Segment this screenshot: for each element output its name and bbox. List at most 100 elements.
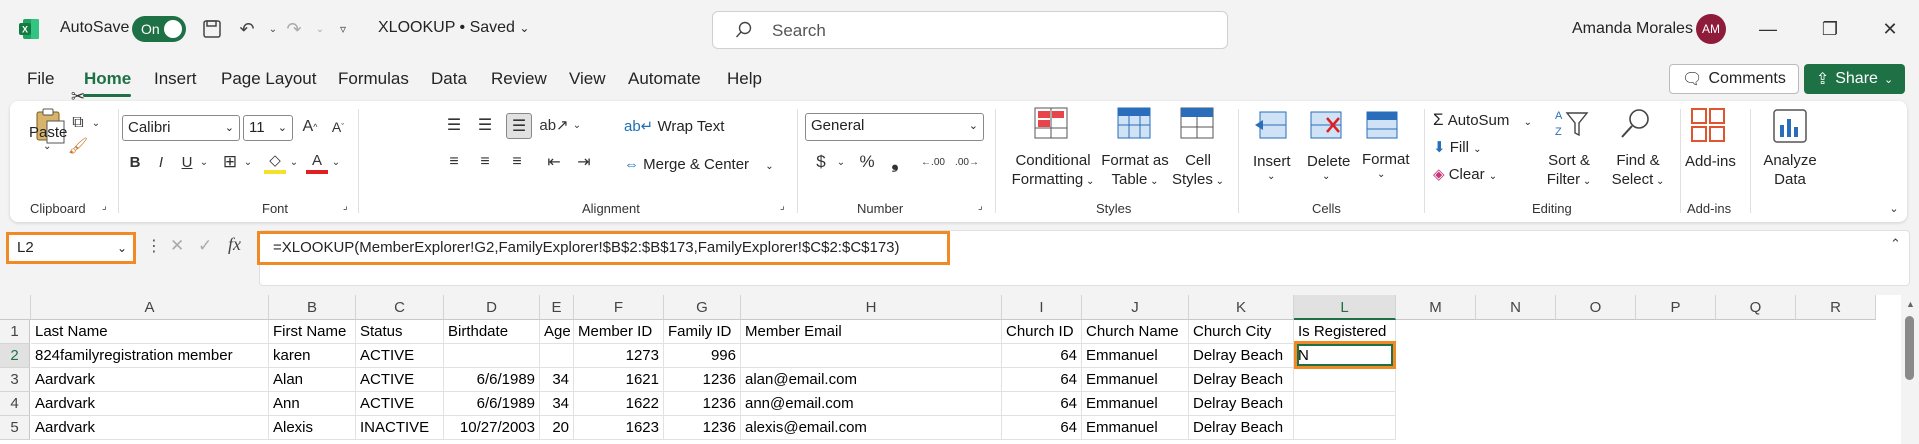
- chevron-down-icon[interactable]: ⌄: [90, 112, 102, 134]
- cell-h1[interactable]: Member Email: [741, 320, 1002, 344]
- align-top-icon[interactable]: ☰: [443, 113, 465, 137]
- cell-a3[interactable]: Aardvark: [31, 368, 269, 392]
- row-header-2[interactable]: 2: [0, 344, 30, 368]
- decrease-indent-icon[interactable]: ⇤: [543, 150, 565, 174]
- clear-button[interactable]: ◈ Clear ⌄: [1433, 165, 1497, 183]
- scroll-thumb[interactable]: [1905, 316, 1914, 380]
- insert-function-icon[interactable]: fx: [228, 234, 241, 255]
- cell-d3[interactable]: 6/6/1989: [444, 368, 540, 392]
- align-left-icon[interactable]: ≡: [443, 150, 465, 174]
- column-header-m[interactable]: M: [1396, 295, 1476, 320]
- delete-cells-icon[interactable]: [1308, 108, 1344, 142]
- cell-i5[interactable]: 64: [1002, 416, 1082, 440]
- column-header-r[interactable]: R: [1796, 295, 1876, 320]
- tab-file[interactable]: File: [27, 69, 54, 89]
- tab-automate[interactable]: Automate: [628, 69, 701, 89]
- chevron-down-icon[interactable]: ⌄: [330, 150, 342, 174]
- column-header-c[interactable]: C: [356, 295, 444, 320]
- row-header-5[interactable]: 5: [0, 416, 30, 440]
- merge-center-button[interactable]: ⇔ Merge & Center ⌄: [624, 156, 774, 173]
- cell-b2[interactable]: karen: [269, 344, 356, 368]
- tab-review[interactable]: Review: [491, 69, 547, 89]
- cell-j1[interactable]: Church Name: [1082, 320, 1189, 344]
- add-ins-label[interactable]: Add-ins: [1685, 153, 1736, 170]
- column-header-e[interactable]: E: [540, 295, 574, 320]
- chevron-down-icon[interactable]: ⌄: [1267, 171, 1275, 182]
- sort-filter-button[interactable]: Sort & Filter ⌄: [1539, 151, 1599, 191]
- tab-view[interactable]: View: [569, 69, 606, 89]
- cell-h2[interactable]: [741, 344, 1002, 368]
- column-header-f[interactable]: F: [574, 295, 664, 320]
- wrap-text-button[interactable]: ab↵ Wrap Text: [624, 117, 724, 135]
- expand-formula-bar-icon[interactable]: ⌃: [1890, 236, 1901, 252]
- tab-page-layout[interactable]: Page Layout: [221, 69, 316, 89]
- dialog-launcher-icon[interactable]: ⌟: [343, 201, 348, 212]
- font-size-select[interactable]: 11 ⌄: [243, 115, 293, 141]
- dialog-launcher-icon[interactable]: ⌟: [780, 201, 785, 212]
- font-color-icon[interactable]: A: [306, 150, 328, 174]
- cell-l3[interactable]: [1294, 368, 1396, 392]
- align-center-icon[interactable]: ≡: [474, 150, 496, 174]
- more-options-icon[interactable]: ⋮: [146, 236, 162, 256]
- analyze-data-icon[interactable]: [1770, 106, 1810, 146]
- insert-cells-icon[interactable]: [1253, 108, 1289, 142]
- fill-color-icon[interactable]: ◇: [264, 150, 286, 174]
- format-as-table-button[interactable]: Format as Table ⌄: [1097, 151, 1173, 191]
- tab-help[interactable]: Help: [727, 69, 762, 89]
- cell-styles-icon[interactable]: [1179, 106, 1215, 140]
- cell-styles-button[interactable]: Cell Styles ⌄: [1168, 151, 1228, 191]
- row-header-4[interactable]: 4: [0, 392, 30, 416]
- comments-button[interactable]: 🗨 Comments: [1669, 64, 1799, 94]
- close-icon[interactable]: ✕: [1875, 14, 1905, 44]
- column-header-p[interactable]: P: [1636, 295, 1716, 320]
- column-header-k[interactable]: K: [1189, 295, 1294, 320]
- cancel-icon[interactable]: ✕: [170, 236, 184, 256]
- cell-i4[interactable]: 64: [1002, 392, 1082, 416]
- cell-d4[interactable]: 6/6/1989: [444, 392, 540, 416]
- conditional-formatting-icon[interactable]: [1033, 106, 1069, 140]
- scroll-up-icon[interactable]: ▲: [1906, 299, 1915, 309]
- bold-icon[interactable]: B: [124, 150, 146, 174]
- autosave-toggle[interactable]: On: [132, 16, 186, 42]
- cell-g2[interactable]: 996: [664, 344, 741, 368]
- column-header-h[interactable]: H: [741, 295, 1002, 320]
- restore-icon[interactable]: ❐: [1815, 14, 1845, 44]
- autosum-button[interactable]: Σ AutoSum ⌄: [1433, 110, 1532, 130]
- font-name-select[interactable]: Calibri ⌄: [122, 115, 240, 141]
- cell-a1[interactable]: Last Name: [31, 320, 269, 344]
- formula-text-highlight[interactable]: =XLOOKUP(MemberExplorer!G2,FamilyExplore…: [257, 231, 950, 265]
- tab-data[interactable]: Data: [431, 69, 467, 89]
- cell-j3[interactable]: Emmanuel: [1082, 368, 1189, 392]
- fill-button[interactable]: ⬇ Fill ⌄: [1433, 138, 1481, 156]
- cell-k5[interactable]: Delray Beach: [1189, 416, 1294, 440]
- increase-decimal-icon[interactable]: ←.00: [920, 150, 946, 174]
- column-header-n[interactable]: N: [1476, 295, 1556, 320]
- cell-i2[interactable]: 64: [1002, 344, 1082, 368]
- select-all-corner[interactable]: [0, 295, 31, 320]
- align-bottom-icon[interactable]: ☰: [506, 113, 532, 139]
- cell-c4[interactable]: ACTIVE: [356, 392, 444, 416]
- chevron-down-icon[interactable]: ⌄: [198, 150, 210, 174]
- cell-d1[interactable]: Birthdate: [444, 320, 540, 344]
- find-select-button[interactable]: Find & Select ⌄: [1602, 151, 1674, 191]
- column-header-g[interactable]: G: [664, 295, 741, 320]
- underline-icon[interactable]: U: [176, 150, 198, 174]
- chevron-down-icon[interactable]: ⌄: [43, 141, 51, 152]
- search-box[interactable]: Search: [712, 11, 1228, 49]
- avatar[interactable]: AM: [1696, 14, 1726, 44]
- decrease-font-size-icon[interactable]: Aˇ: [326, 115, 350, 139]
- cell-g1[interactable]: Family ID: [664, 320, 741, 344]
- cell-a2[interactable]: 824familyregistration member: [31, 344, 269, 368]
- paste-label[interactable]: Paste: [29, 124, 67, 141]
- cell-f2[interactable]: 1273: [574, 344, 664, 368]
- dialog-launcher-icon[interactable]: ⌟: [102, 201, 107, 212]
- increase-font-size-icon[interactable]: A ^: [298, 115, 322, 139]
- cell-f5[interactable]: 1623: [574, 416, 664, 440]
- enter-icon[interactable]: ✓: [198, 236, 212, 256]
- cell-a5[interactable]: Aardvark: [31, 416, 269, 440]
- orientation-icon[interactable]: ab↗: [539, 113, 568, 137]
- column-header-q[interactable]: Q: [1716, 295, 1796, 320]
- cell-g5[interactable]: 1236: [664, 416, 741, 440]
- format-painter-icon[interactable]: 🖌: [67, 135, 89, 157]
- dialog-launcher-icon[interactable]: ⌟: [978, 201, 983, 212]
